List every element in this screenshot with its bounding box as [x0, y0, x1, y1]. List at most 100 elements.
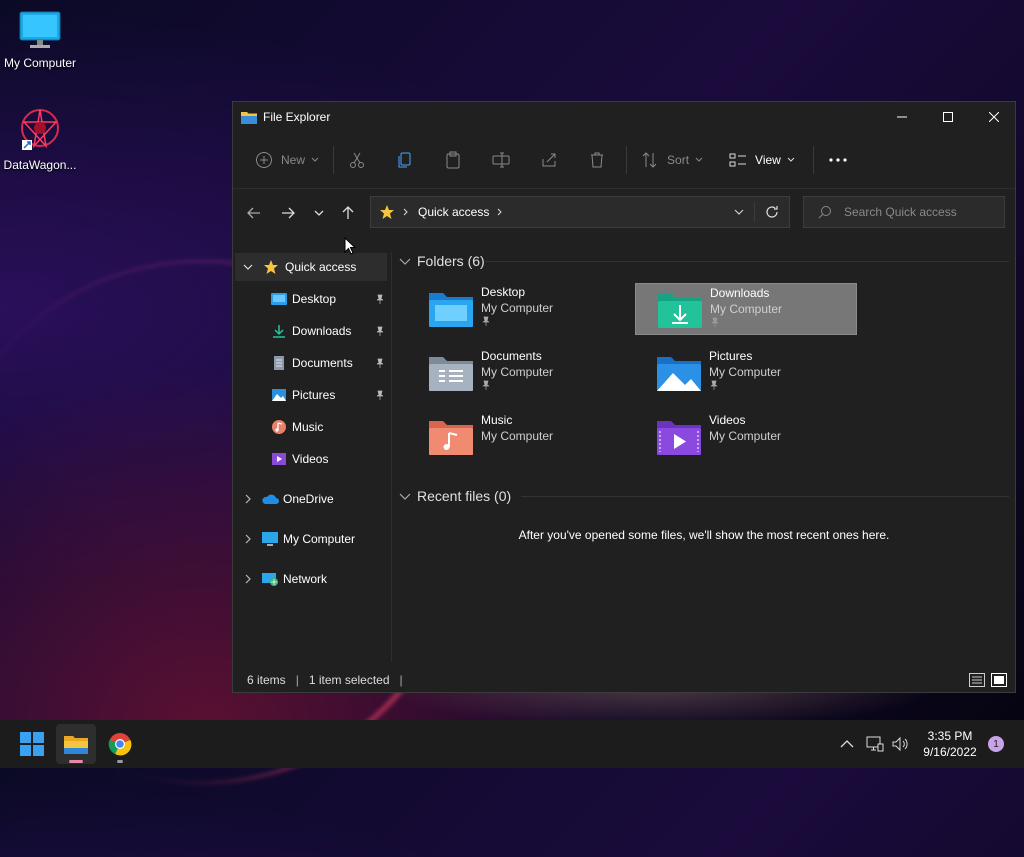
recent-empty-message: After you've opened some files, we'll sh… — [518, 528, 890, 542]
search-placeholder[interactable]: Search Quick access — [844, 205, 957, 219]
sort-button[interactable]: Sort — [633, 144, 711, 176]
recent-locations-button[interactable] — [304, 198, 334, 228]
folder-name: Videos — [709, 413, 746, 427]
sidebar-item-my-computer[interactable]: My Computer — [235, 525, 387, 553]
notification-badge[interactable]: 1 — [988, 736, 1004, 752]
paste-button[interactable] — [436, 144, 470, 176]
view-button[interactable]: View — [721, 144, 803, 176]
chevron-right-icon[interactable] — [245, 494, 251, 504]
more-options-button[interactable] — [820, 144, 856, 176]
sidebar-item-label: Desktop — [292, 292, 337, 306]
folder-tile-downloads[interactable]: Downloads My Computer — [635, 283, 857, 335]
folder-icon — [64, 736, 88, 754]
delete-button[interactable] — [580, 144, 614, 176]
cut-button[interactable] — [340, 144, 374, 176]
item-count: 6 items — [247, 673, 286, 687]
sidebar-item-desktop[interactable]: Desktop — [271, 285, 389, 313]
back-button[interactable] — [239, 198, 269, 228]
start-button[interactable] — [12, 724, 52, 764]
chevron-down-icon — [399, 258, 411, 265]
chevron-down-icon — [314, 210, 324, 216]
folder-tile-videos[interactable]: Videos My Computer — [655, 411, 877, 463]
large-icons-view-icon[interactable] — [991, 673, 1007, 687]
pin-icon[interactable] — [375, 294, 385, 304]
maximize-button[interactable] — [925, 102, 971, 132]
forward-button[interactable] — [273, 198, 303, 228]
close-button[interactable] — [971, 102, 1017, 132]
new-button[interactable]: New — [247, 144, 327, 176]
sidebar-item-quick-access[interactable]: Quick access — [235, 253, 387, 281]
cloud-icon — [262, 494, 279, 504]
section-divider — [521, 496, 1009, 497]
arrow-up-icon — [342, 206, 354, 219]
network-icon[interactable] — [866, 736, 884, 752]
refresh-icon[interactable] — [765, 205, 779, 219]
sidebar-item-label: OneDrive — [283, 492, 334, 506]
recent-section-header[interactable]: Recent files (0) — [399, 487, 511, 505]
search-box[interactable]: Search Quick access — [803, 196, 1005, 228]
folder-name: Music — [481, 413, 513, 427]
desktop-icon-my-computer[interactable]: My Computer — [0, 10, 80, 70]
pin-icon — [482, 316, 490, 326]
monitor-icon — [19, 11, 61, 48]
chevron-right-icon[interactable] — [245, 574, 251, 584]
navigation-bar: Quick access Search Quick access — [233, 189, 1015, 237]
clock[interactable]: 3:35 PM 9/16/2022 — [914, 728, 986, 760]
sidebar-item-videos[interactable]: Videos — [271, 445, 389, 473]
monitor-icon — [262, 532, 278, 546]
sidebar-item-label: Downloads — [292, 324, 352, 338]
pin-icon[interactable] — [375, 326, 385, 336]
pin-icon — [482, 380, 490, 390]
sidebar-item-onedrive[interactable]: OneDrive — [235, 485, 387, 513]
up-button[interactable] — [333, 198, 363, 228]
documents-folder-icon — [429, 357, 473, 391]
folder-location: My Computer — [709, 365, 782, 379]
minimize-button[interactable] — [879, 102, 925, 132]
file-explorer-window: File Explorer New Sort View Quick access… — [232, 101, 1016, 693]
address-path[interactable]: Quick access — [418, 205, 489, 219]
folders-section-header[interactable]: Folders (6) — [399, 252, 485, 270]
folder-location: My Computer — [710, 302, 783, 316]
folder-name: Desktop — [481, 285, 526, 299]
folder-location: My Computer — [709, 429, 782, 443]
taskbar-file-explorer[interactable] — [56, 724, 96, 764]
sidebar-item-downloads[interactable]: Downloads — [271, 317, 389, 345]
sidebar-item-network[interactable]: Network — [235, 565, 387, 593]
running-indicator — [117, 760, 123, 763]
search-icon — [818, 206, 831, 219]
chevron-right-icon[interactable] — [245, 534, 251, 544]
taskbar-chrome[interactable] — [100, 724, 140, 764]
sidebar-item-label: Pictures — [292, 388, 336, 402]
volume-icon[interactable] — [891, 736, 909, 752]
sidebar-item-label: Videos — [292, 452, 329, 466]
pin-icon[interactable] — [375, 390, 385, 400]
sidebar-item-pictures[interactable]: Pictures — [271, 381, 389, 409]
copy-button[interactable] — [388, 144, 422, 176]
copy-icon — [398, 152, 411, 168]
sidebar-item-documents[interactable]: Documents — [271, 349, 389, 377]
share-button[interactable] — [532, 144, 566, 176]
desktop-icon-datawagon[interactable]: DataWagon... — [0, 106, 80, 172]
arrow-right-icon — [282, 207, 295, 219]
clipboard-icon — [446, 151, 460, 169]
rename-button[interactable] — [484, 144, 518, 176]
folder-tile-documents[interactable]: Documents My Computer — [427, 347, 649, 399]
desktop-icon-label: My Computer — [3, 56, 77, 70]
title-bar[interactable]: File Explorer — [233, 102, 1015, 132]
taskbar: 3:35 PM 9/16/2022 1 — [0, 720, 1024, 768]
folder-tile-pictures[interactable]: Pictures My Computer — [655, 347, 877, 399]
toolbar-separator — [626, 146, 628, 174]
view-label: View — [755, 153, 781, 167]
chevron-up-icon[interactable] — [840, 740, 854, 748]
pin-icon[interactable] — [375, 358, 385, 368]
sidebar-item-music[interactable]: Music — [271, 413, 389, 441]
chevron-down-icon[interactable] — [243, 264, 253, 270]
music-folder-icon — [429, 421, 473, 455]
sort-label: Sort — [667, 153, 690, 167]
folder-tile-music[interactable]: Music My Computer — [427, 411, 649, 463]
plus-circle-icon — [256, 152, 272, 168]
address-bar[interactable]: Quick access — [370, 196, 790, 228]
chevron-down-icon[interactable] — [734, 209, 744, 215]
details-view-icon[interactable] — [969, 673, 985, 687]
folder-tile-desktop[interactable]: Desktop My Computer — [427, 283, 649, 335]
